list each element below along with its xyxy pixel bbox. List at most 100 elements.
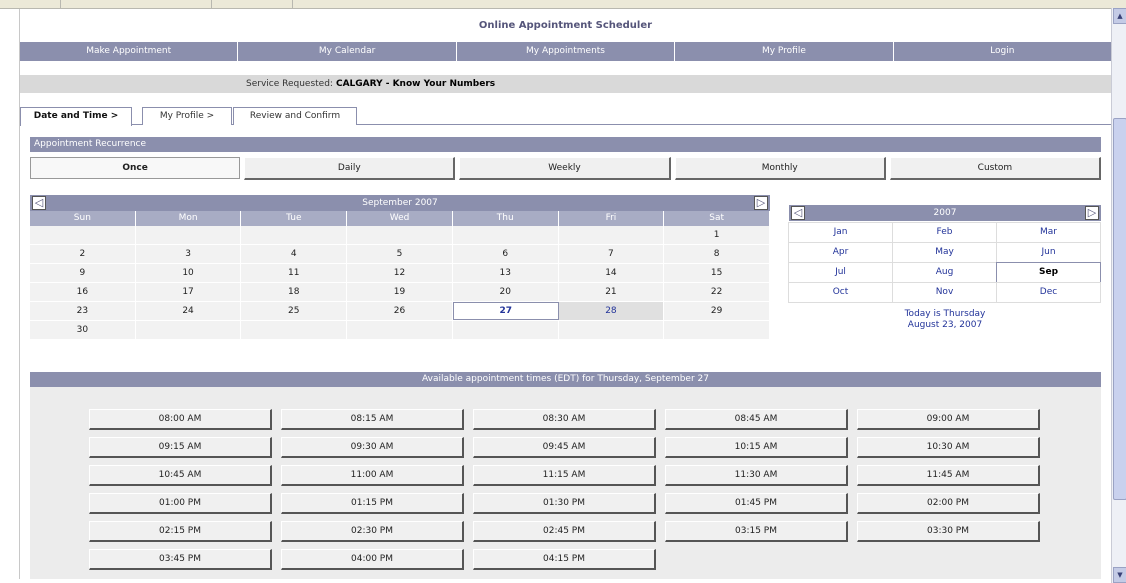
time-slot-button[interactable]: 08:30 AM [473,409,656,430]
vertical-scrollbar[interactable]: ▲ ▼ [1111,8,1126,583]
calendar-day-12[interactable]: 12 [347,264,453,283]
tab-my-profile[interactable]: My Profile > [142,107,232,125]
calendar-day-19[interactable]: 19 [347,283,453,302]
calendar-day-21[interactable]: 21 [558,283,665,302]
recurrence-daily-button[interactable]: Daily [244,157,456,180]
calendar-day-3[interactable]: 3 [135,245,242,264]
tab-date-and-time[interactable]: Date and Time > [20,107,132,126]
time-slot-button[interactable]: 02:45 PM [473,521,656,542]
nav-my-calendar[interactable]: My Calendar [238,42,457,61]
nav-make-appointment[interactable]: Make Appointment [20,42,239,61]
calendar-day-24[interactable]: 24 [135,302,242,321]
year-month-picker: ◁ 2007 ▷ Jan Feb Mar Apr May Jun Jul Aug Sep Oct N… [788,205,1101,331]
time-slot-button[interactable]: 01:45 PM [665,493,848,514]
time-slot-button[interactable]: 02:15 PM [89,521,272,542]
month-mar[interactable]: Mar [996,222,1101,243]
time-slot-button[interactable]: 10:30 AM [857,437,1040,458]
time-slot-button[interactable]: 10:45 AM [89,465,272,486]
recurrence-custom-button[interactable]: Custom [889,157,1102,180]
time-slot-button[interactable]: 09:45 AM [473,437,656,458]
next-month-icon[interactable]: ▷ [754,196,768,210]
calendar-day-1[interactable]: 1 [664,226,770,245]
prev-year-icon[interactable]: ◁ [791,206,805,220]
time-slot-button[interactable]: 09:00 AM [857,409,1040,430]
time-slot-button[interactable]: 08:15 AM [281,409,464,430]
today-text: Today is Thursday August 23, 2007 [789,309,1101,331]
month-feb[interactable]: Feb [892,222,997,243]
next-year-icon[interactable]: ▷ [1085,206,1099,220]
time-slot-button[interactable]: 04:00 PM [281,549,464,570]
scroll-thumb[interactable] [1113,118,1126,500]
calendar-day-10[interactable]: 10 [135,264,242,283]
month-may[interactable]: May [892,242,997,263]
time-slot-button[interactable]: 11:15 AM [473,465,656,486]
calendar-day-22[interactable]: 22 [664,283,770,302]
time-slot-button[interactable]: 08:00 AM [89,409,272,430]
tab-review-and-confirm[interactable]: Review and Confirm [233,107,357,125]
month-jan[interactable]: Jan [788,222,893,243]
calendar-day-30[interactable]: 30 [30,321,136,340]
time-slot-button[interactable]: 11:30 AM [665,465,848,486]
time-slot-button[interactable]: 01:00 PM [89,493,272,514]
scroll-up-icon[interactable]: ▲ [1113,8,1126,24]
calendar-day-5[interactable]: 5 [347,245,453,264]
calendar-day-18[interactable]: 18 [241,283,348,302]
calendar-empty-cell [241,321,348,340]
calendar-day-26[interactable]: 26 [347,302,453,321]
time-slot-button[interactable]: 11:45 AM [857,465,1040,486]
calendar-day-8[interactable]: 8 [664,245,770,264]
month-nov[interactable]: Nov [892,282,997,303]
weekday-sun: Sun [30,211,136,226]
weekday-wed: Wed [347,211,453,226]
time-slot-button[interactable]: 02:00 PM [857,493,1040,514]
month-apr[interactable]: Apr [788,242,893,263]
time-slot-button[interactable]: 03:45 PM [89,549,272,570]
time-slot-button[interactable]: 09:30 AM [281,437,464,458]
calendar-day-14[interactable]: 14 [558,264,665,283]
calendar-day-15[interactable]: 15 [664,264,770,283]
time-slot-button[interactable]: 03:15 PM [665,521,848,542]
month-oct[interactable]: Oct [788,282,893,303]
month-grid: Jan Feb Mar Apr May Jun Jul Aug Sep Oct Nov Dec [788,222,1101,303]
nav-my-appointments[interactable]: My Appointments [457,42,676,61]
month-dec[interactable]: Dec [996,282,1101,303]
calendar-day-23[interactable]: 23 [30,302,136,321]
calendar-day-11[interactable]: 11 [241,264,348,283]
calendar-day-6[interactable]: 6 [452,245,559,264]
time-slot-button[interactable]: 01:30 PM [473,493,656,514]
scroll-down-icon[interactable]: ▼ [1113,567,1126,583]
month-jun[interactable]: Jun [996,242,1101,263]
time-slot-button[interactable]: 02:30 PM [281,521,464,542]
recurrence-monthly-button[interactable]: Monthly [674,157,886,180]
prev-month-icon[interactable]: ◁ [32,196,46,210]
time-slot-button[interactable]: 08:45 AM [665,409,848,430]
calendar-day-25[interactable]: 25 [241,302,348,321]
calendar-day-20[interactable]: 20 [452,283,559,302]
time-slot-button[interactable]: 11:00 AM [281,465,464,486]
calendar-day-27[interactable]: 27 [452,302,559,320]
calendar-day-7[interactable]: 7 [558,245,665,264]
time-slot-button[interactable]: 09:15 AM [89,437,272,458]
time-slot-button[interactable]: 04:15 PM [473,549,656,570]
calendar-day-28[interactable]: 28 [558,302,665,321]
calendar-day-9[interactable]: 9 [30,264,136,283]
month-jul[interactable]: Jul [788,262,893,283]
calendar-day-4[interactable]: 4 [241,245,348,264]
time-slot-button[interactable]: 10:15 AM [665,437,848,458]
nav-my-profile[interactable]: My Profile [675,42,894,61]
weekday-tue: Tue [241,211,348,226]
calendar-day-13[interactable]: 13 [452,264,559,283]
time-slot-button[interactable]: 03:30 PM [857,521,1040,542]
service-value: CALGARY - Know Your Numbers [335,79,496,89]
month-sep[interactable]: Sep [996,262,1101,283]
nav-login[interactable]: Login [894,42,1111,61]
calendar-day-17[interactable]: 17 [135,283,242,302]
recurrence-weekly-button[interactable]: Weekly [459,157,671,180]
calendar-day-2[interactable]: 2 [30,245,136,264]
calendar-day-16[interactable]: 16 [30,283,136,302]
time-slot-button[interactable]: 01:15 PM [281,493,464,514]
month-aug[interactable]: Aug [892,262,997,283]
calendar-title: September 2007 [362,198,438,208]
recurrence-once-button[interactable]: Once [30,157,241,179]
calendar-day-29[interactable]: 29 [664,302,770,321]
